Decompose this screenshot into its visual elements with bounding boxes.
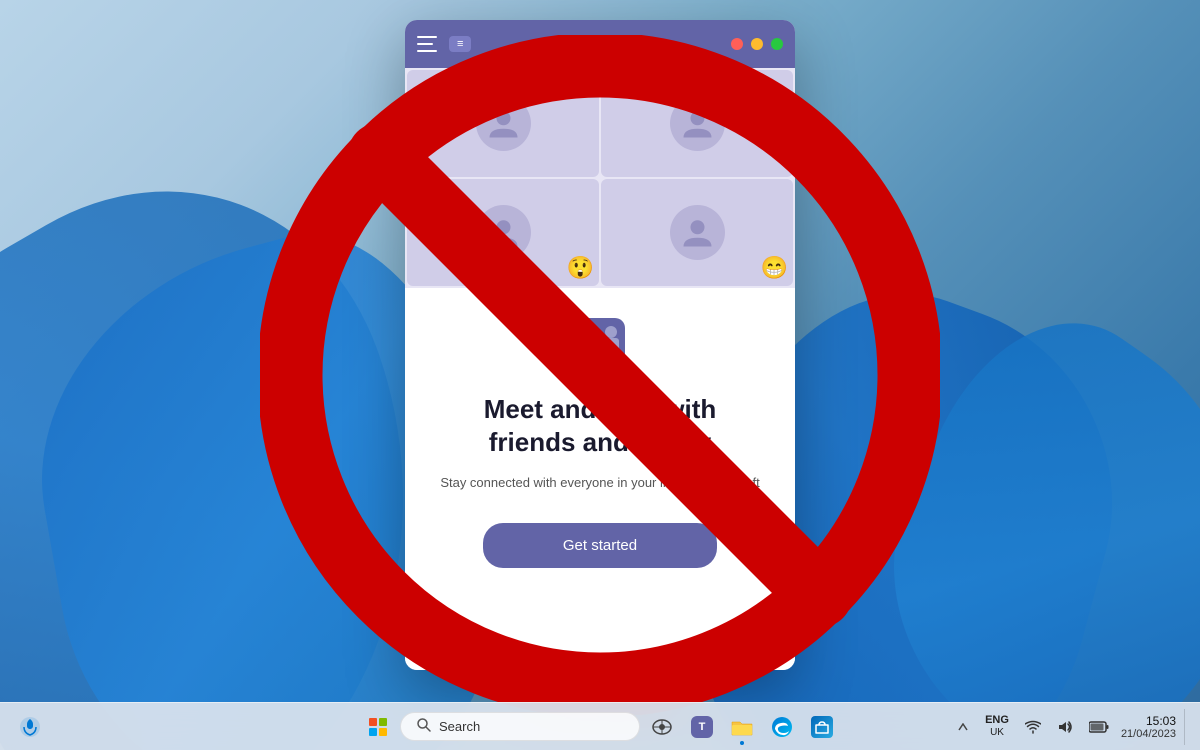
teams-video-grid: 😲 😁 <box>405 68 795 288</box>
teams-minimize-btn[interactable] <box>751 38 763 50</box>
win-logo-pane-1 <box>369 718 377 726</box>
teams-menu-icon <box>417 36 441 52</box>
battery-icon[interactable] <box>1085 709 1113 745</box>
clock-time: 15:03 <box>1121 714 1176 728</box>
taskbar-search-bar[interactable]: Search <box>400 712 640 741</box>
cortana-button[interactable] <box>12 709 48 745</box>
clock-date: 21/04/2023 <box>1121 728 1176 740</box>
taskbar: Search T <box>0 702 1200 750</box>
language-indicator[interactable]: ENG UK <box>981 712 1013 741</box>
taskbar-center-section: Search T <box>360 709 840 745</box>
avatar-3 <box>476 205 531 260</box>
teams-description-text: Stay connected with everyone in your lif… <box>440 473 759 493</box>
teams-logo: T <box>575 318 625 378</box>
win-logo-pane-3 <box>369 728 377 736</box>
teams-promo-content: T Meet and chat with friends and family … <box>405 288 795 670</box>
taskbar-file-explorer-icon[interactable] <box>724 709 760 745</box>
video-cell-1 <box>407 70 599 177</box>
language-region: UK <box>985 727 1009 739</box>
video-cell-2 <box>601 70 793 177</box>
windows-logo <box>369 718 387 736</box>
search-placeholder-text: Search <box>439 719 480 734</box>
desktop: ≡ 😲 <box>0 0 1200 750</box>
show-hidden-icons-button[interactable] <box>953 717 973 737</box>
start-button[interactable] <box>360 709 396 745</box>
emoji-happy: 😁 <box>761 255 788 281</box>
taskbar-game-bar-icon[interactable] <box>644 709 680 745</box>
taskbar-teams-icon[interactable]: T <box>684 709 720 745</box>
teams-taskbar-badge: T <box>691 716 713 738</box>
teams-popup-window: ≡ 😲 <box>405 20 795 670</box>
avatar-4 <box>670 205 725 260</box>
taskbar-store-icon[interactable] <box>804 709 840 745</box>
video-cell-3: 😲 <box>407 179 599 286</box>
teams-header-menu-item: ≡ <box>449 36 471 52</box>
show-desktop-button[interactable] <box>1184 709 1188 745</box>
wifi-icon[interactable] <box>1021 709 1045 745</box>
teams-close-btn[interactable] <box>731 38 743 50</box>
win-logo-pane-4 <box>379 728 387 736</box>
emoji-surprised: 😲 <box>567 255 594 281</box>
system-clock[interactable]: 15:03 21/04/2023 <box>1121 714 1176 740</box>
teams-maximize-btn[interactable] <box>771 38 783 50</box>
taskbar-left-section <box>12 709 48 745</box>
win-logo-pane-2 <box>379 718 387 726</box>
teams-window-controls <box>731 38 783 50</box>
teams-window-titlebar: ≡ <box>405 20 795 68</box>
teams-get-started-button[interactable]: Get started <box>483 523 717 568</box>
taskbar-edge-icon[interactable] <box>764 709 800 745</box>
avatar-2 <box>670 96 725 151</box>
avatar-1 <box>476 96 531 151</box>
search-icon <box>417 718 431 735</box>
teams-tagline-text: Meet and chat with friends and family <box>440 393 760 458</box>
language-code: ENG <box>985 714 1009 727</box>
video-cell-4: 😁 <box>601 179 793 286</box>
volume-icon[interactable] <box>1053 709 1077 745</box>
taskbar-right-section: ENG UK <box>953 709 1188 745</box>
